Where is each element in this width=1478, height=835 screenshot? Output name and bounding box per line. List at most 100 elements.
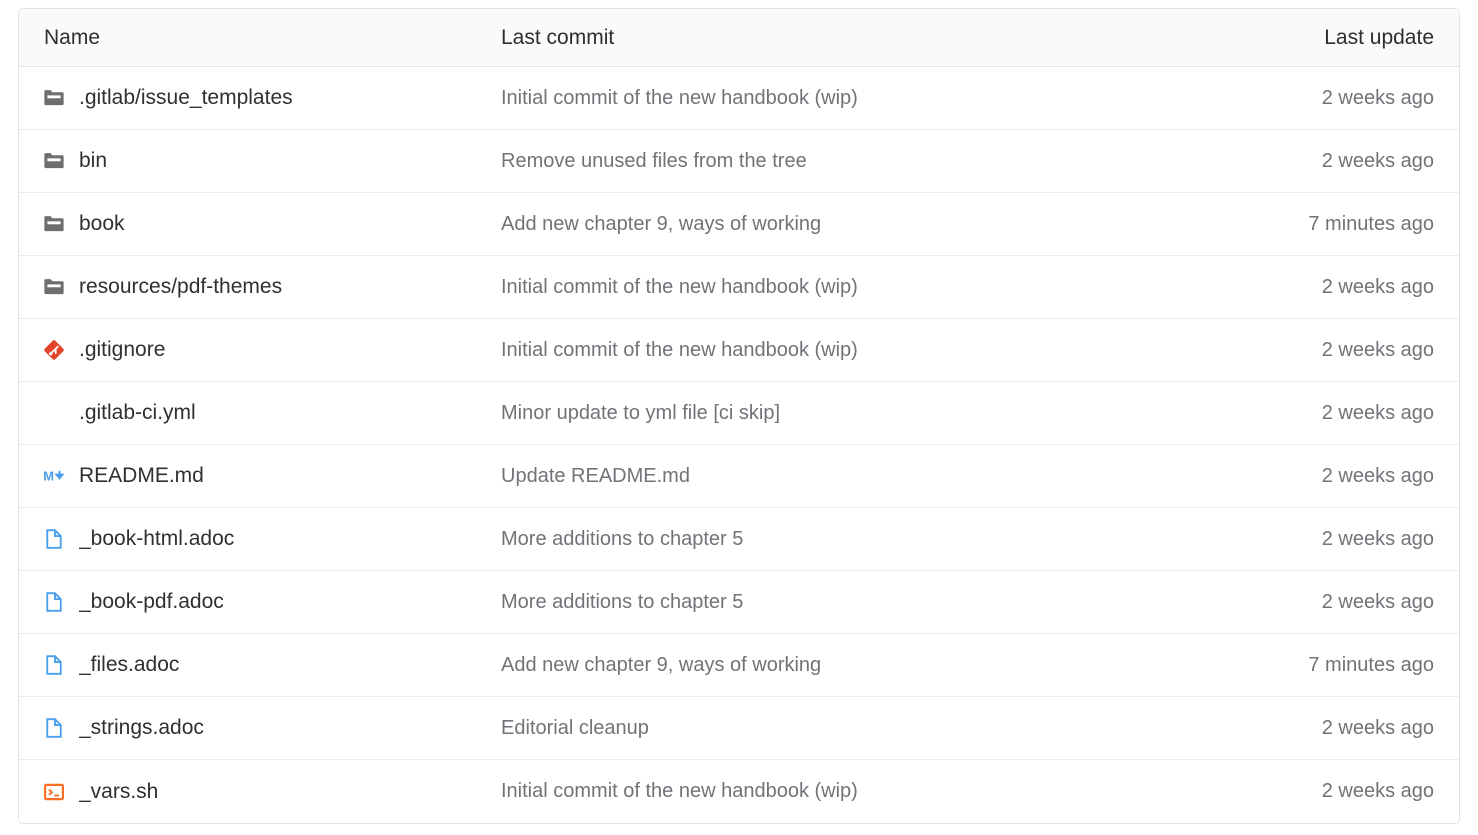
- svg-text:M: M: [43, 469, 54, 484]
- cell-name: .gitlab-ci.yml: [19, 401, 499, 425]
- column-header-last-update[interactable]: Last update: [1159, 26, 1459, 50]
- folder-icon: [43, 149, 79, 173]
- commit-message-link[interactable]: Editorial cleanup: [501, 717, 649, 739]
- table-row[interactable]: .gitlab-ci.yml Minor update to yml file […: [19, 382, 1459, 445]
- file-name-link[interactable]: .gitlab-ci.yml: [79, 401, 196, 425]
- cell-name: resources/pdf-themes: [19, 275, 499, 299]
- table-row[interactable]: _strings.adoc Editorial cleanup 2 weeks ag…: [19, 697, 1459, 760]
- cell-last-commit: Remove unused files from the tree: [499, 150, 1159, 173]
- cell-last-update: 2 weeks ago: [1159, 465, 1459, 488]
- folder-icon: [43, 86, 79, 110]
- table-row[interactable]: .gitlab/issue_templates Initial commit of…: [19, 67, 1459, 130]
- cell-last-commit: Add new chapter 9, ways of working: [499, 654, 1159, 677]
- file-name-link[interactable]: _files.adoc: [79, 653, 179, 677]
- last-update-timestamp: 2 weeks ago: [1321, 275, 1434, 298]
- file-name-link[interactable]: book: [79, 212, 125, 236]
- document-icon: [43, 527, 79, 551]
- table-row[interactable]: resources/pdf-themes Initial commit of th…: [19, 256, 1459, 319]
- markdown-icon: M: [43, 464, 79, 488]
- cell-last-commit: More additions to chapter 5: [499, 528, 1159, 551]
- file-name-link[interactable]: bin: [79, 149, 107, 173]
- cell-last-update: 2 weeks ago: [1159, 87, 1459, 110]
- cell-last-commit: Editorial cleanup: [499, 717, 1159, 740]
- last-update-timestamp: 7 minutes ago: [1308, 212, 1434, 235]
- document-icon: [43, 590, 79, 614]
- table-row[interactable]: M README.md Update README.md 2 weeks ago: [19, 445, 1459, 508]
- cell-last-update: 2 weeks ago: [1159, 780, 1459, 803]
- cell-last-commit: Update README.md: [499, 465, 1159, 488]
- cell-name: _book-pdf.adoc: [19, 590, 499, 614]
- file-name-link[interactable]: .gitlab/issue_templates: [79, 86, 293, 110]
- file-name-link[interactable]: _strings.adoc: [79, 716, 204, 740]
- file-rows: .gitlab/issue_templates Initial commit of…: [19, 67, 1459, 823]
- cell-name: bin: [19, 149, 499, 173]
- commit-message-link[interactable]: Initial commit of the new handbook (wip): [501, 276, 858, 298]
- cell-name: _vars.sh: [19, 780, 499, 804]
- last-update-timestamp: 7 minutes ago: [1308, 653, 1434, 676]
- repository-file-tree: Name Last commit Last update .gitlab/iss…: [18, 8, 1460, 824]
- document-icon: [43, 716, 79, 740]
- table-row[interactable]: _book-pdf.adoc More additions to chapter …: [19, 571, 1459, 634]
- last-update-timestamp: 2 weeks ago: [1321, 716, 1434, 739]
- table-row[interactable]: .gitignore Initial commit of the new hand…: [19, 319, 1459, 382]
- column-header-last-commit[interactable]: Last commit: [499, 26, 1159, 50]
- file-name-link[interactable]: _book-html.adoc: [79, 527, 234, 551]
- table-row[interactable]: bin Remove unused files from the tree 2 we…: [19, 130, 1459, 193]
- cell-last-update: 2 weeks ago: [1159, 276, 1459, 299]
- repository-file-tree-container: Name Last commit Last update .gitlab/iss…: [0, 0, 1478, 835]
- no-icon-placeholder: [43, 401, 79, 425]
- last-update-timestamp: 2 weeks ago: [1321, 149, 1434, 172]
- table-row[interactable]: book Add new chapter 9, ways of working 7 …: [19, 193, 1459, 256]
- commit-message-link[interactable]: More additions to chapter 5: [501, 528, 743, 550]
- cell-last-commit: Initial commit of the new handbook (wip): [499, 780, 1159, 803]
- folder-icon: [43, 275, 79, 299]
- terminal-icon: [43, 780, 79, 804]
- cell-last-update: 7 minutes ago: [1159, 654, 1459, 677]
- last-update-timestamp: 2 weeks ago: [1321, 527, 1434, 550]
- cell-name: book: [19, 212, 499, 236]
- last-update-timestamp: 2 weeks ago: [1321, 86, 1434, 109]
- cell-last-commit: Initial commit of the new handbook (wip): [499, 87, 1159, 110]
- cell-last-update: 2 weeks ago: [1159, 402, 1459, 425]
- file-name-link[interactable]: _book-pdf.adoc: [79, 590, 224, 614]
- commit-message-link[interactable]: More additions to chapter 5: [501, 591, 743, 613]
- last-update-timestamp: 2 weeks ago: [1321, 401, 1434, 424]
- table-header-row: Name Last commit Last update: [19, 9, 1459, 67]
- commit-message-link[interactable]: Remove unused files from the tree: [501, 150, 807, 172]
- file-name-link[interactable]: resources/pdf-themes: [79, 275, 282, 299]
- cell-last-update: 2 weeks ago: [1159, 717, 1459, 740]
- last-update-timestamp: 2 weeks ago: [1321, 780, 1434, 802]
- cell-last-commit: Minor update to yml file [ci skip]: [499, 402, 1159, 425]
- commit-message-link[interactable]: Add new chapter 9, ways of working: [501, 213, 821, 235]
- cell-last-update: 2 weeks ago: [1159, 591, 1459, 614]
- cell-name: M README.md: [19, 464, 499, 488]
- last-update-timestamp: 2 weeks ago: [1321, 590, 1434, 613]
- cell-name: .gitignore: [19, 338, 499, 362]
- cell-last-commit: Initial commit of the new handbook (wip): [499, 339, 1159, 362]
- cell-last-commit: More additions to chapter 5: [499, 591, 1159, 614]
- folder-icon: [43, 212, 79, 236]
- commit-message-link[interactable]: Initial commit of the new handbook (wip): [501, 87, 858, 109]
- commit-message-link[interactable]: Update README.md: [501, 465, 690, 487]
- table-row[interactable]: _files.adoc Add new chapter 9, ways of wo…: [19, 634, 1459, 697]
- cell-name: .gitlab/issue_templates: [19, 86, 499, 110]
- cell-last-update: 2 weeks ago: [1159, 528, 1459, 551]
- commit-message-link[interactable]: Initial commit of the new handbook (wip): [501, 339, 858, 361]
- cell-last-update: 2 weeks ago: [1159, 150, 1459, 173]
- cell-last-update: 7 minutes ago: [1159, 213, 1459, 236]
- last-update-timestamp: 2 weeks ago: [1321, 464, 1434, 487]
- cell-name: _strings.adoc: [19, 716, 499, 740]
- file-name-link[interactable]: .gitignore: [79, 338, 165, 362]
- commit-message-link[interactable]: Initial commit of the new handbook (wip): [501, 780, 858, 802]
- file-name-link[interactable]: README.md: [79, 464, 204, 488]
- commit-message-link[interactable]: Add new chapter 9, ways of working: [501, 654, 821, 676]
- cell-last-commit: Add new chapter 9, ways of working: [499, 213, 1159, 236]
- column-header-name[interactable]: Name: [19, 26, 499, 50]
- table-row[interactable]: _vars.sh Initial commit of the new handbo…: [19, 760, 1459, 823]
- file-name-link[interactable]: _vars.sh: [79, 780, 158, 804]
- document-icon: [43, 653, 79, 677]
- commit-message-link[interactable]: Minor update to yml file [ci skip]: [501, 402, 780, 424]
- table-row[interactable]: _book-html.adoc More additions to chapter…: [19, 508, 1459, 571]
- cell-name: _files.adoc: [19, 653, 499, 677]
- cell-last-update: 2 weeks ago: [1159, 339, 1459, 362]
